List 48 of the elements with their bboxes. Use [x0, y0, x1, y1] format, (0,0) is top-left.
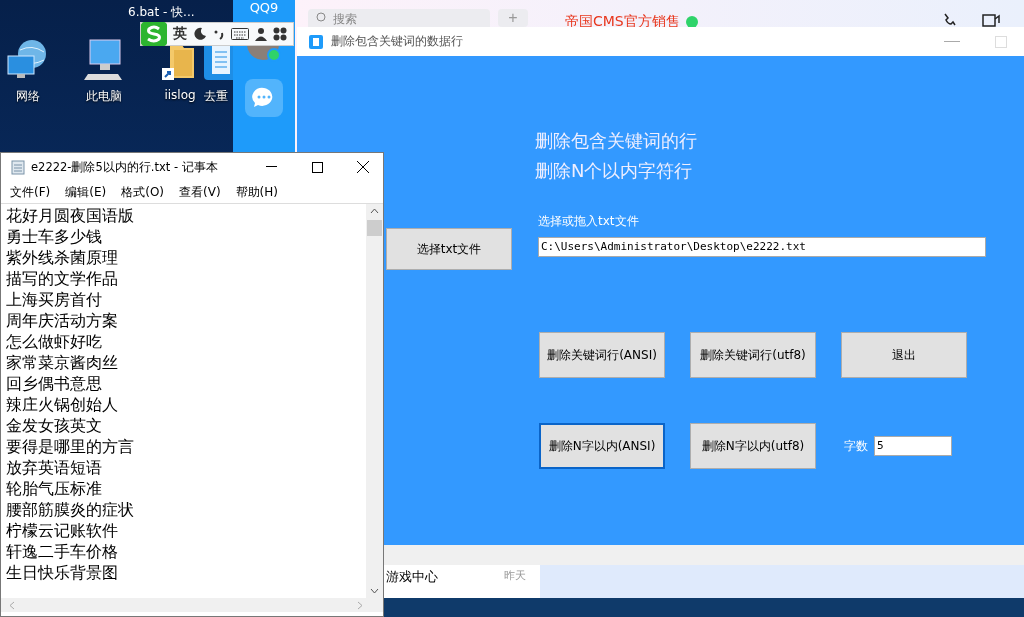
desktop-icon-label[interactable]: iislog — [164, 88, 196, 102]
menu-item[interactable]: 帮助(H) — [235, 183, 278, 201]
choose-file-button[interactable]: 选择txt文件 — [386, 228, 512, 270]
contact-name[interactable]: 游戏中心 — [386, 568, 438, 598]
menu-item[interactable]: 查看(V) — [179, 183, 221, 201]
heading: 删除包含关键词的行 — [535, 129, 698, 153]
desktop-icon-label[interactable]: 此电脑 — [86, 88, 122, 105]
text-area[interactable]: 花好月圆夜国语版 勇士车多少钱 紫外线杀菌原理 描写的文学作品 上海买房首付 周年庆活动方案 怎么做虾好吃 家常菜京酱肉丝 回乡偶书意思 辣庄火锅创始人 金发女孩英文 要得是哪里的方言 放弃英语短语 轮胎气压标准 腰部筋膜炎的症状 柠檬云记账软件 轩逸二手车价格 生日快乐背景图 — [1, 204, 366, 598]
action-button[interactable]: 删除N字以内(utf8) — [690, 423, 816, 469]
desktop-icon-label[interactable]: 网络 — [16, 88, 40, 105]
action-button[interactable]: 删除N字以内(ANSI) — [539, 423, 665, 469]
text-line: 描写的文学作品 — [6, 268, 119, 289]
text-line: 回乡偶书意思 — [6, 373, 103, 394]
action-button[interactable]: 删除关键词行(utf8) — [690, 332, 816, 378]
text-line: 勇士车多少钱 — [6, 226, 103, 247]
chat-title: 帝国CMS官方销售 — [565, 13, 680, 31]
desktop-item-label: 6.bat - 快... — [128, 4, 195, 21]
text-line: 要得是哪里的方言 — [6, 436, 135, 457]
message-time: 昨天 — [504, 568, 526, 584]
heading: 删除N个以内字符行 — [535, 159, 694, 183]
menu-item[interactable]: 文件(F) — [10, 183, 51, 201]
file-path-field[interactable]: C:\Users\Administrator\Desktop\e2222.txt — [538, 237, 986, 257]
menu-item[interactable]: 格式(O) — [121, 183, 165, 201]
desktop-icon-label[interactable]: 去重 — [204, 88, 228, 105]
text-line: 金发女孩英文 — [6, 415, 103, 436]
text-line: 紫外线杀菌原理 — [6, 247, 119, 268]
text-line: 轮胎气压标准 — [6, 478, 103, 499]
text-line: 放弃英语短语 — [6, 457, 103, 478]
text-line: 家常菜京酱肉丝 — [6, 352, 119, 373]
text-line: 生日快乐背景图 — [6, 562, 119, 583]
text-line: 花好月圆夜国语版 — [6, 205, 135, 226]
window-title: 删除包含关键词的数据行 — [331, 33, 463, 50]
text-line: 腰部筋膜炎的症状 — [6, 499, 135, 520]
menu-item[interactable]: 编辑(E) — [65, 183, 107, 201]
count-field[interactable]: 5 — [874, 436, 952, 456]
action-button[interactable]: 退出 — [841, 332, 967, 378]
text-line: 怎么做虾好吃 — [6, 331, 103, 352]
action-button[interactable]: 删除关键词行(ANSI) — [539, 332, 665, 378]
count-label: 字数 — [844, 437, 868, 455]
text-line: 上海买房首付 — [6, 289, 103, 310]
text-line: 轩逸二手车价格 — [6, 541, 119, 562]
window-title: e2222-删除5以内的行.txt - 记事本 — [31, 159, 218, 175]
text-line: 周年庆活动方案 — [6, 310, 119, 331]
input-mode-toggle[interactable]: 英 — [173, 25, 187, 43]
file-label: 选择或拖入txt文件 — [538, 213, 640, 230]
text-line: 辣庄火锅创始人 — [6, 394, 119, 415]
text-line: 柠檬云记账软件 — [6, 520, 119, 541]
app-logo: QQ9 — [249, 0, 279, 15]
